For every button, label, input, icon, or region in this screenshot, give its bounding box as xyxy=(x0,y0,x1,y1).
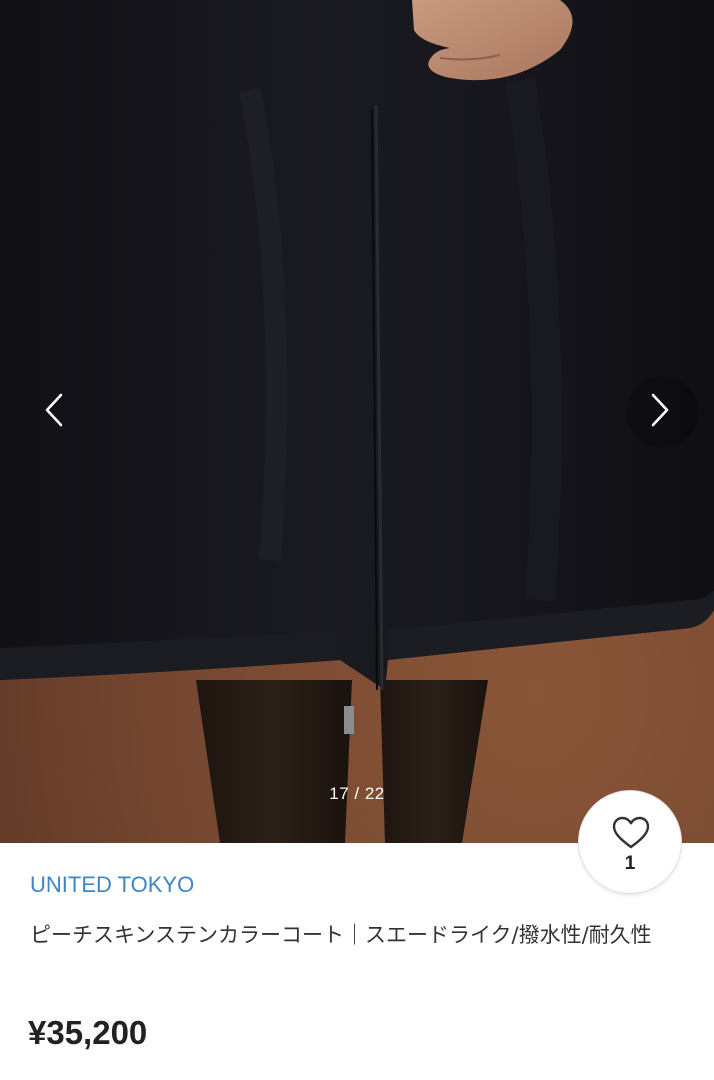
chevron-left-icon xyxy=(45,393,63,427)
brand-link[interactable]: UNITED TOKYO xyxy=(30,872,194,898)
product-page: 17 / 22 1 UNITED TOKYO ピーチスキンステンカラーコート｜ス… xyxy=(0,0,714,1080)
product-image-carousel[interactable]: 17 / 22 xyxy=(0,0,714,843)
next-image-button[interactable] xyxy=(620,370,700,450)
like-count: 1 xyxy=(624,853,636,874)
chevron-right-icon xyxy=(651,393,669,427)
product-price: ¥35,200 xyxy=(28,1014,148,1051)
heart-outline-icon xyxy=(612,816,650,849)
previous-image-button[interactable] xyxy=(14,370,94,450)
like-button[interactable]: 1 xyxy=(579,791,681,893)
product-photo xyxy=(0,0,714,843)
product-title: ピーチスキンステンカラーコート｜スエードライク/撥水性/耐久性 xyxy=(30,923,652,947)
